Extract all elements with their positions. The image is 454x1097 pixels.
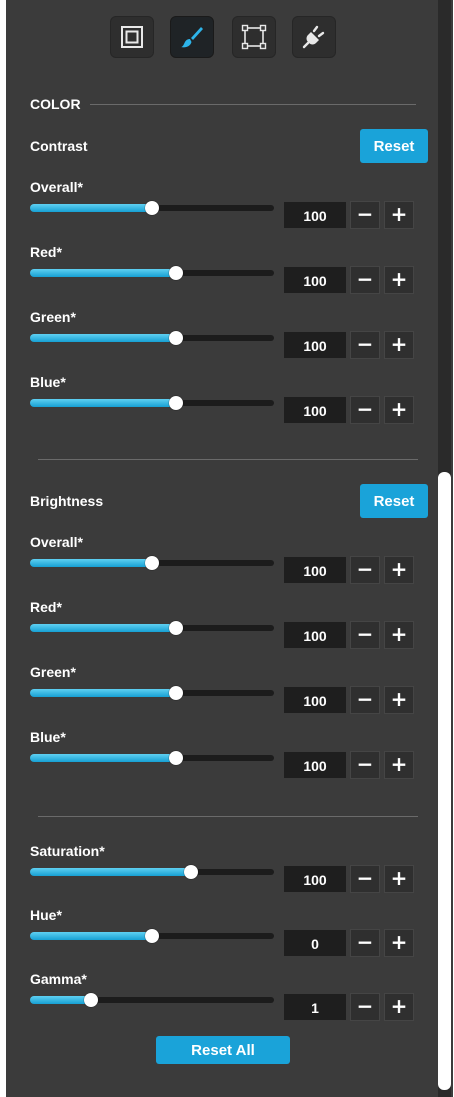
section-divider [90,104,416,105]
green-label: Green* [30,664,76,680]
slider-thumb[interactable] [169,751,184,765]
overall-label: Overall* [30,179,83,195]
group-title-brightness: Brightness [30,493,104,509]
saturation-increment-button[interactable]: + [384,865,414,893]
saturation-decrement-button[interactable]: − [350,865,380,893]
hue-label: Hue* [30,907,62,923]
slider-fill [30,754,177,762]
slider-fill [30,996,91,1004]
blue-slider[interactable] [30,751,274,765]
green-value-field[interactable]: 100 [284,687,346,713]
green-decrement-button[interactable]: − [350,331,380,359]
hue-increment-button[interactable]: + [384,929,414,957]
hue-slider[interactable] [30,929,274,943]
blue-increment-button[interactable]: + [384,396,414,424]
crop-tool-button[interactable] [232,16,276,58]
slider-fill [30,559,152,567]
section-title-color: COLOR [30,96,81,112]
scrollbar-thumb[interactable] [438,472,451,1090]
blue-slider[interactable] [30,396,274,410]
blue-increment-button[interactable]: + [384,751,414,779]
red-value-field[interactable]: 100 [284,622,346,648]
hue-decrement-button[interactable]: − [350,929,380,957]
gamma-value-field[interactable]: 1 [284,994,346,1020]
blue-label: Blue* [30,374,66,390]
plug-icon [302,25,325,49]
saturation-slider[interactable] [30,865,274,879]
red-value-field[interactable]: 100 [284,267,346,293]
blue-value-field[interactable]: 100 [284,397,346,423]
green-label: Green* [30,309,76,325]
frame-icon [121,26,143,48]
overall-label: Overall* [30,534,83,550]
red-label: Red* [30,599,62,615]
slider-thumb[interactable] [169,396,184,410]
overall-slider[interactable] [30,201,274,215]
reset-all-button[interactable]: Reset All [156,1036,290,1064]
red-increment-button[interactable]: + [384,266,414,294]
red-slider[interactable] [30,621,274,635]
overall-value-field[interactable]: 100 [284,557,346,583]
slider-fill [30,399,177,407]
hue-value-field[interactable]: 0 [284,930,346,956]
green-slider[interactable] [30,686,274,700]
slider-thumb[interactable] [145,201,159,215]
red-decrement-button[interactable]: − [350,266,380,294]
blue-decrement-button[interactable]: − [350,751,380,779]
brush-icon [181,27,203,48]
overall-increment-button[interactable]: + [384,556,414,584]
red-increment-button[interactable]: + [384,621,414,649]
contrast-reset-button[interactable]: Reset [360,129,428,163]
blue-label: Blue* [30,729,66,745]
green-slider[interactable] [30,331,274,345]
group-title-contrast: Contrast [30,138,88,154]
slider-thumb[interactable] [184,865,199,879]
green-decrement-button[interactable]: − [350,686,380,714]
slider-fill [30,204,152,212]
overall-decrement-button[interactable]: − [350,201,380,229]
green-increment-button[interactable]: + [384,686,414,714]
slider-thumb[interactable] [169,331,184,345]
slider-fill [30,269,177,277]
slider-thumb[interactable] [169,686,184,700]
slider-thumb[interactable] [145,556,159,570]
slider-fill [30,689,177,697]
saturation-label: Saturation* [30,843,105,859]
slider-thumb[interactable] [169,266,184,280]
slider-fill [30,932,152,940]
crop-selection-icon [241,24,267,50]
gamma-label: Gamma* [30,971,87,987]
overall-decrement-button[interactable]: − [350,556,380,584]
red-slider[interactable] [30,266,274,280]
green-value-field[interactable]: 100 [284,332,346,358]
gamma-slider[interactable] [30,993,274,1007]
group-divider [38,459,418,460]
frame-tool-button[interactable] [110,16,154,58]
overall-increment-button[interactable]: + [384,201,414,229]
slider-thumb[interactable] [169,621,184,635]
blue-decrement-button[interactable]: − [350,396,380,424]
app-window: COLOR Contrast Reset Overall* 100− + Red* 10… [0,0,454,1097]
brightness-reset-button[interactable]: Reset [360,484,428,518]
overall-value-field[interactable]: 100 [284,202,346,228]
slider-fill [30,334,177,342]
saturation-value-field[interactable]: 100 [284,866,346,892]
plugin-tool-button[interactable] [292,16,336,58]
overall-slider[interactable] [30,556,274,570]
green-increment-button[interactable]: + [384,331,414,359]
red-decrement-button[interactable]: − [350,621,380,649]
blue-value-field[interactable]: 100 [284,752,346,778]
slider-thumb[interactable] [84,993,98,1007]
gamma-increment-button[interactable]: + [384,993,414,1021]
toolbar [6,16,453,60]
slider-fill [30,868,192,876]
color-adjust-panel: COLOR Contrast Reset Overall* 100− + Red* 10… [6,0,453,1097]
slider-fill [30,624,177,632]
slider-thumb[interactable] [145,929,159,943]
red-label: Red* [30,244,62,260]
group-divider [38,816,418,817]
gamma-decrement-button[interactable]: − [350,993,380,1021]
brush-tool-button[interactable] [170,16,214,58]
